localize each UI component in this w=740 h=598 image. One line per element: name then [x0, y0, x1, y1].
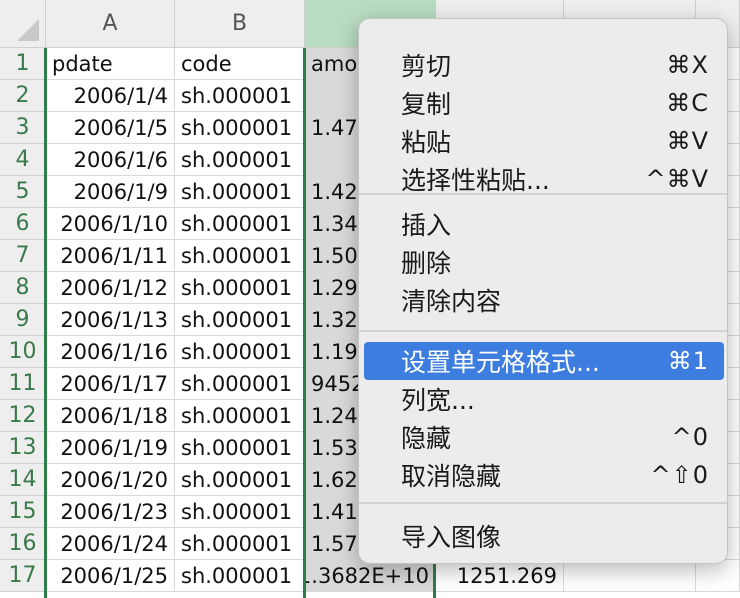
menu-item-label: 取消隐藏 — [401, 462, 502, 491]
cell-pdate[interactable]: 2006/1/6 — [46, 144, 175, 176]
cell-pdate[interactable]: 2006/1/9 — [46, 176, 175, 208]
cell-code[interactable]: sh.000001 — [175, 400, 305, 432]
menu-item-label: 清除内容 — [401, 287, 502, 316]
menu-item-label: 导入图像 — [401, 523, 502, 552]
menu-item-import-image[interactable]: 导入图像 — [359, 517, 727, 555]
column-a-border — [44, 48, 47, 598]
cell-pdate[interactable]: 2006/1/11 — [46, 240, 175, 272]
row-header[interactable]: 5 — [0, 176, 46, 208]
cell-e[interactable] — [564, 560, 696, 592]
column-header-b[interactable]: B — [175, 0, 305, 48]
menu-item-hide[interactable]: 隐藏 ^0 — [359, 418, 727, 456]
menu-item-label: 选择性粘贴... — [401, 166, 550, 195]
cell-pdate[interactable]: 2006/1/19 — [46, 432, 175, 464]
menu-item-label: 删除 — [401, 249, 452, 278]
row-header[interactable]: 14 — [0, 464, 46, 496]
menu-item-shortcut: ⌘V — [666, 127, 709, 155]
row-header[interactable]: 17 — [0, 560, 46, 592]
menu-item-insert[interactable]: 插入 — [359, 205, 727, 243]
row-header[interactable]: 13 — [0, 432, 46, 464]
cell-code[interactable]: sh.000001 — [175, 240, 305, 272]
cell-amount[interactable]: 1.3682E+10 — [305, 560, 436, 592]
cell-code[interactable]: sh.000001 — [175, 304, 305, 336]
menu-item-column-width[interactable]: 列宽... — [359, 380, 727, 418]
cell-pdate[interactable]: 2006/1/5 — [46, 112, 175, 144]
row-header[interactable]: 8 — [0, 272, 46, 304]
row-header[interactable]: 11 — [0, 368, 46, 400]
cell-pdate[interactable]: 2006/1/23 — [46, 496, 175, 528]
cell-pdate[interactable]: 2006/1/25 — [46, 560, 175, 592]
menu-item-shortcut: ⌘X — [666, 51, 709, 79]
menu-item-label: 粘贴 — [401, 128, 452, 157]
menu-separator — [359, 193, 727, 195]
menu-item-label: 插入 — [401, 211, 452, 240]
column-header-a[interactable]: A — [46, 0, 175, 48]
row-header[interactable]: 10 — [0, 336, 46, 368]
cell-code[interactable]: sh.000001 — [175, 144, 305, 176]
row-header[interactable]: 1 — [0, 48, 46, 80]
select-all-icon — [17, 19, 39, 41]
cell-code[interactable]: sh.000001 — [175, 432, 305, 464]
cell-pdate[interactable]: 2006/1/17 — [46, 368, 175, 400]
cell-d[interactable]: 1251.269 — [436, 560, 564, 592]
menu-item-shortcut: ^0 — [671, 423, 709, 451]
menu-item-format-cells[interactable]: 设置单元格格式... ⌘1 — [364, 342, 724, 380]
menu-separator — [359, 330, 727, 332]
row-header[interactable]: 3 — [0, 112, 46, 144]
table-row: 17 2006/1/25 sh.000001 1.3682E+10 1251.269 — [0, 560, 740, 592]
menu-item-label: 剪切 — [401, 52, 452, 81]
menu-item-shortcut: ⌘1 — [667, 347, 709, 375]
menu-item-clear-contents[interactable]: 清除内容 — [359, 281, 727, 319]
cell-pdate[interactable]: 2006/1/18 — [46, 400, 175, 432]
cell-pdate[interactable]: 2006/1/13 — [46, 304, 175, 336]
row-header[interactable]: 2 — [0, 80, 46, 112]
row-header[interactable]: 9 — [0, 304, 46, 336]
menu-separator — [359, 502, 727, 504]
menu-item-label: 隐藏 — [401, 424, 452, 453]
menu-item-label: 复制 — [401, 90, 452, 119]
cell-code[interactable]: sh.000001 — [175, 272, 305, 304]
cell-pdate[interactable]: 2006/1/20 — [46, 464, 175, 496]
menu-item-label: 设置单元格格式... — [401, 348, 600, 377]
cell-code[interactable]: sh.000001 — [175, 528, 305, 560]
cell-pdate[interactable]: 2006/1/4 — [46, 80, 175, 112]
cell-code[interactable]: sh.000001 — [175, 464, 305, 496]
cell-code[interactable]: sh.000001 — [175, 336, 305, 368]
menu-item-unhide[interactable]: 取消隐藏 ^⇧0 — [359, 456, 727, 494]
cell-pdate[interactable]: 2006/1/16 — [46, 336, 175, 368]
menu-item-delete[interactable]: 删除 — [359, 243, 727, 281]
menu-item-paste[interactable]: 粘贴 ⌘V — [359, 122, 727, 160]
cell-code[interactable]: code — [175, 48, 305, 80]
cell-code[interactable]: sh.000001 — [175, 112, 305, 144]
cell-code[interactable]: sh.000001 — [175, 208, 305, 240]
menu-item-shortcut: ⌘C — [666, 89, 709, 117]
cell-code[interactable]: sh.000001 — [175, 368, 305, 400]
cell-pdate[interactable]: 2006/1/12 — [46, 272, 175, 304]
select-all-corner[interactable] — [0, 0, 46, 48]
row-header[interactable]: 4 — [0, 144, 46, 176]
row-header[interactable]: 12 — [0, 400, 46, 432]
context-menu: 剪切 ⌘X 复制 ⌘C 粘贴 ⌘V 选择性粘贴... ^⌘V 插入 删除 清除内… — [358, 18, 728, 564]
cell-code[interactable]: sh.000001 — [175, 560, 305, 592]
menu-item-cut[interactable]: 剪切 ⌘X — [359, 46, 727, 84]
row-header[interactable]: 7 — [0, 240, 46, 272]
cell-pdate[interactable]: 2006/1/24 — [46, 528, 175, 560]
menu-item-copy[interactable]: 复制 ⌘C — [359, 84, 727, 122]
cell-f[interactable] — [696, 560, 740, 592]
cell-code[interactable]: sh.000001 — [175, 176, 305, 208]
menu-item-shortcut: ^⇧0 — [650, 461, 709, 489]
cell-code[interactable]: sh.000001 — [175, 496, 305, 528]
menu-item-shortcut: ^⌘V — [645, 165, 709, 193]
cell-code[interactable]: sh.000001 — [175, 80, 305, 112]
cell-pdate[interactable]: 2006/1/10 — [46, 208, 175, 240]
menu-item-label: 列宽... — [401, 386, 475, 415]
row-header[interactable]: 15 — [0, 496, 46, 528]
cell-pdate[interactable]: pdate — [46, 48, 175, 80]
row-header[interactable]: 6 — [0, 208, 46, 240]
row-header[interactable]: 16 — [0, 528, 46, 560]
